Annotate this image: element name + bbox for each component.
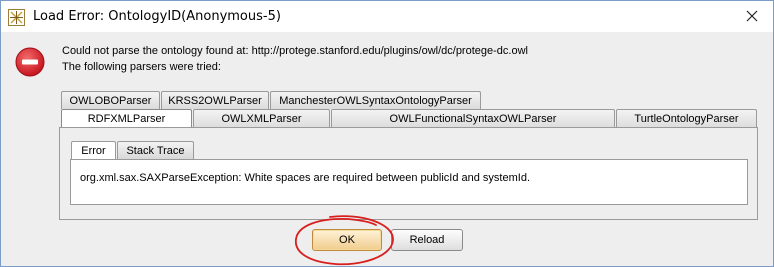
tab-stack-trace[interactable]: Stack Trace [117,141,194,159]
tab-rdfxmlparser[interactable]: RDFXMLParser [61,109,192,128]
ok-button[interactable]: OK [312,229,382,251]
dialog-content: Could not parse the ontology found at: h… [1,32,773,266]
window-title: Load Error: OntologyID(Anonymous-5) [33,9,281,24]
detail-tabs: Error Stack Trace [71,141,195,159]
app-icon [8,9,25,26]
title-bar[interactable]: Load Error: OntologyID(Anonymous-5) [1,1,773,32]
tab-manchesterowlsyntaxontologyparser[interactable]: ManchesterOWLSyntaxOntologyParser [270,91,481,109]
close-button[interactable] [739,5,765,27]
tab-owlfunctionalsyntaxowlparser[interactable]: OWLFunctionalSyntaxOWLParser [331,109,615,128]
tab-owlxmlparser[interactable]: OWLXMLParser [193,109,330,128]
tab-krss2owlparser[interactable]: KRSS2OWLParser [161,91,269,109]
close-icon [746,10,758,22]
parser-tab-panel: Error Stack Trace org.xml.sax.SAXParseEx… [59,127,758,220]
dialog-window: Load Error: OntologyID(Anonymous-5) Coul… [0,0,774,267]
exception-text: org.xml.sax.SAXParseException: White spa… [80,172,531,184]
tab-error[interactable]: Error [71,141,116,159]
parsers-tried-label: The following parsers were tried: [62,61,221,73]
error-message: Could not parse the ontology found at: h… [62,45,528,57]
tab-turtleontologyparser[interactable]: TurtleOntologyParser [616,109,757,128]
error-icon [15,47,45,77]
reload-button[interactable]: Reload [391,229,463,251]
parser-tabs-row-1: OWLOBOParser KRSS2OWLParser ManchesterOW… [61,91,482,109]
tab-owloboparser[interactable]: OWLOBOParser [61,91,160,109]
error-detail-area[interactable]: org.xml.sax.SAXParseException: White spa… [70,159,748,205]
parser-tabs-row-2: RDFXMLParser OWLXMLParser OWLFunctionalS… [61,109,758,128]
